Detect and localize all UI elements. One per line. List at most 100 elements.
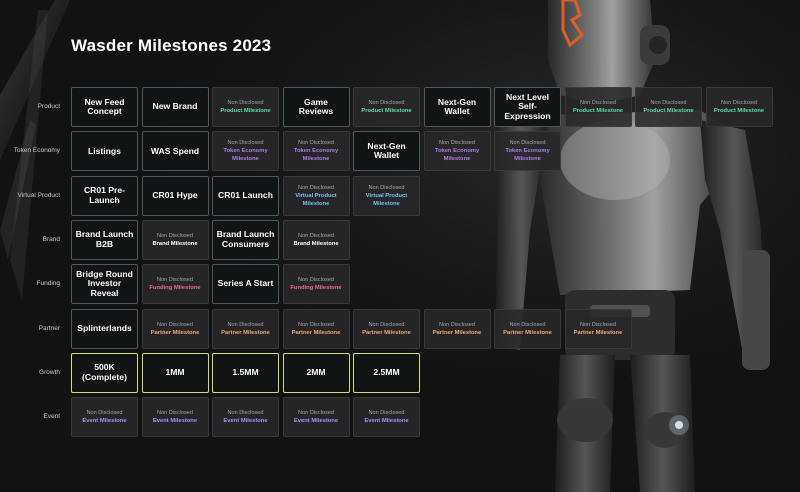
non-disclosed-tile: Non Disclosed Event Milestone: [282, 397, 350, 438]
non-disclosed-tile: Non Disclosed Product Milestone: [705, 87, 773, 127]
non-disclosed-tile: Non Disclosed Event Milestone: [71, 397, 138, 438]
milestone-tile: New Feed Concept: [71, 87, 138, 127]
milestone-tile: Game Reviews: [282, 87, 350, 127]
non-disclosed-label: Non Disclosed: [156, 321, 194, 328]
non-disclosed-tile: Non Disclosed Event Milestone: [353, 397, 420, 438]
non-disclosed-label: Non Disclosed: [579, 321, 617, 328]
milestone-category: Virtual Product Milestone: [365, 192, 408, 207]
non-disclosed-tile: Non Disclosed Partner Milestone: [353, 308, 420, 349]
milestone-category: Token Economy Milestone: [223, 148, 268, 163]
non-disclosed-label: Non Disclosed: [227, 410, 264, 417]
non-disclosed-tile: Non Disclosed Partner Milestone: [282, 308, 350, 349]
milestone-tile: 500K (Complete): [71, 352, 138, 393]
milestone-category: Partner Milestone: [221, 329, 270, 336]
milestone-category: Partner Milestone: [573, 329, 623, 336]
milestone-tile: Series A Start: [212, 264, 279, 305]
milestone-tile: Brand Launch B2B: [71, 219, 138, 260]
non-disclosed-tile: Non Disclosed Virtual Product Milestone: [282, 175, 350, 216]
milestone-tile: 1.5MM: [212, 352, 279, 393]
non-disclosed-tile: Non Disclosed Partner Milestone: [141, 308, 209, 349]
non-disclosed-label: Non Disclosed: [368, 321, 405, 328]
non-disclosed-tile: Non Disclosed Virtual Product Milestone: [353, 175, 420, 216]
non-disclosed-tile: Non Disclosed Token Economy Milestone: [282, 131, 350, 172]
milestone-tile: New Brand: [141, 87, 209, 127]
non-disclosed-tile: Non Disclosed Token Economy Milestone: [494, 131, 561, 172]
non-disclosed-label: Non Disclosed: [156, 277, 194, 284]
non-disclosed-tile: Non Disclosed Partner Milestone: [494, 308, 561, 349]
non-disclosed-tile: Non Disclosed Brand Milestone: [141, 219, 209, 260]
non-disclosed-label: Non Disclosed: [297, 277, 335, 284]
milestone-category: Event Milestone: [293, 418, 339, 425]
non-disclosed-label: Non Disclosed: [509, 140, 546, 147]
milestone-tile: WAS Spend: [141, 131, 209, 172]
non-disclosed-tile: Non Disclosed Product Milestone: [635, 87, 702, 127]
row-label: Brand: [42, 235, 60, 243]
non-disclosed-label: Non Disclosed: [297, 321, 335, 328]
row-label: Growth: [39, 368, 60, 376]
milestone-category: Partner Milestone: [503, 329, 552, 336]
milestone-tile: 2MM: [282, 352, 350, 393]
non-disclosed-label: Non Disclosed: [720, 100, 758, 106]
row-label: Funding: [36, 280, 61, 288]
milestone-category: Token Economy Milestone: [505, 148, 550, 163]
milestone-category: Virtual Product Milestone: [295, 192, 337, 207]
row-label: Partner: [38, 324, 60, 332]
non-disclosed-label: Non Disclosed: [579, 100, 617, 106]
non-disclosed-label: Non Disclosed: [227, 321, 264, 328]
milestone-category: Funding Milestone: [290, 285, 342, 292]
milestone-tile: Bridge Round Investor Reveal: [71, 264, 138, 305]
non-disclosed-label: Non Disclosed: [368, 410, 405, 417]
milestone-category: Token Economy Milestone: [434, 148, 480, 163]
non-disclosed-tile: Non Disclosed Funding Milestone: [141, 264, 209, 305]
row-label: Token Economy: [13, 147, 60, 155]
non-disclosed-tile: Non Disclosed Event Milestone: [141, 397, 209, 438]
non-disclosed-label: Non Disclosed: [438, 140, 476, 147]
non-disclosed-label: Non Disclosed: [509, 321, 546, 328]
milestone-category: Partner Milestone: [362, 329, 411, 336]
milestone-category: Brand Milestone: [152, 240, 198, 247]
milestone-category: Partner Milestone: [150, 329, 200, 336]
milestone-tile: Brand Launch Consumers: [212, 219, 279, 260]
milestone-category: Event Milestone: [364, 418, 409, 425]
non-disclosed-tile: Non Disclosed Partner Milestone: [423, 308, 491, 349]
row-label: Event: [43, 413, 60, 421]
milestone-category: Product Milestone: [361, 108, 412, 114]
milestone-tile: CR01 Pre-Launch: [71, 175, 138, 216]
milestone-category: Partner Milestone: [291, 329, 341, 336]
non-disclosed-tile: Non Disclosed Product Milestone: [212, 87, 279, 127]
milestone-tile: 1MM: [141, 352, 209, 393]
non-disclosed-label: Non Disclosed: [297, 232, 335, 239]
non-disclosed-tile: Non Disclosed Partner Milestone: [212, 308, 279, 349]
non-disclosed-label: Non Disclosed: [368, 184, 405, 191]
non-disclosed-tile: Non Disclosed Partner Milestone: [564, 308, 632, 349]
non-disclosed-tile: Non Disclosed Funding Milestone: [282, 264, 350, 305]
milestone-category: Product Milestone: [572, 108, 624, 114]
milestone-tile: Next-Gen Wallet: [353, 131, 420, 172]
row-label: Product: [37, 103, 60, 110]
milestone-category: Partner Milestone: [432, 329, 482, 336]
milestone-tile: Next-Gen Wallet: [423, 87, 491, 127]
milestone-tile: Listings: [71, 131, 138, 172]
milestone-category: Event Milestone: [223, 418, 268, 425]
non-disclosed-label: Non Disclosed: [368, 100, 405, 106]
milestone-category: Token Economy Milestone: [293, 148, 339, 163]
milestone-tile: Splinterlands: [71, 308, 138, 349]
non-disclosed-label: Non Disclosed: [227, 140, 264, 147]
non-disclosed-tile: Non Disclosed Brand Milestone: [282, 219, 350, 260]
non-disclosed-tile: Non Disclosed Product Milestone: [353, 87, 420, 127]
non-disclosed-label: Non Disclosed: [156, 232, 194, 239]
milestone-category: Funding Milestone: [149, 285, 201, 292]
milestone-category: Brand Milestone: [293, 240, 339, 247]
non-disclosed-tile: Non Disclosed Product Milestone: [564, 87, 632, 127]
milestone-tile: CR01 Hype: [141, 175, 209, 216]
milestone-tile: Next Level Self-Expression: [494, 87, 561, 127]
non-disclosed-tile: Non Disclosed Event Milestone: [212, 397, 279, 438]
non-disclosed-label: Non Disclosed: [438, 321, 476, 328]
milestone-category: Product Milestone: [713, 108, 765, 114]
milestone-category: Event Milestone: [152, 418, 198, 425]
non-disclosed-label: Non Disclosed: [650, 100, 687, 106]
non-disclosed-label: Non Disclosed: [297, 184, 335, 191]
page-title: Wasder Milestones 2023: [71, 36, 272, 55]
milestone-tile: 2.5MM: [353, 352, 420, 393]
non-disclosed-tile: Non Disclosed Token Economy Milestone: [212, 131, 279, 172]
